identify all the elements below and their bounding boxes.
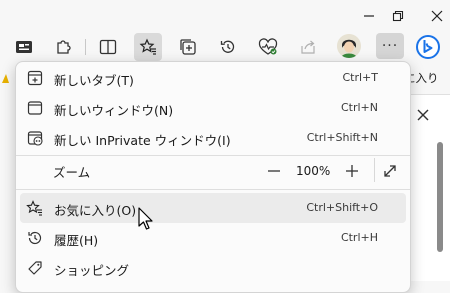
zoom-out-button[interactable] [264,161,284,181]
menu-item-label: 履歴(H) [54,233,99,248]
plus-icon [346,165,358,177]
profile-avatar[interactable] [337,34,361,58]
close-window-button[interactable] [414,2,450,30]
fullscreen-expand-icon [384,165,396,177]
new-window-icon [26,99,44,117]
menu-item-label: ショッピング [54,263,130,278]
menu-divider [16,155,410,156]
collections-button[interactable] [174,33,202,61]
mouse-pointer-icon [138,207,153,230]
favorites-star-icon [26,199,44,217]
share-button[interactable] [294,33,322,61]
restore-icon [392,10,404,22]
menu-item-shortcut: Ctrl+Shift+N [306,131,378,144]
zoom-divider [374,158,375,182]
split-screen-icon [99,39,117,55]
favorites-star-icon [139,38,156,55]
menu-item-new-tab[interactable]: 新しいタブ(T) Ctrl+T [20,63,406,93]
reader-extension-button[interactable] [10,33,38,61]
history-button[interactable] [214,33,242,61]
collections-icon [180,39,196,55]
zoom-label: ズーム [53,165,91,180]
fullscreen-button[interactable] [380,161,400,181]
toolbar-divider [85,39,86,55]
minus-icon [268,170,280,172]
zoom-in-button[interactable] [342,161,362,181]
zoom-level: 100% [296,164,331,178]
menu-item-history[interactable]: 履歴(H) Ctrl+H [20,223,406,253]
new-tab-icon [26,69,44,87]
menu-item-label: お気に入り(O) [54,203,137,218]
minimize-icon [364,15,374,17]
menu-item-shortcut: Ctrl+T [342,71,378,84]
history-icon [220,40,235,53]
close-icon [417,109,429,121]
close-icon [431,10,443,22]
menu-item-shortcut: Ctrl+H [340,231,378,244]
share-icon [301,40,315,54]
scrollbar-thumb[interactable] [437,142,443,252]
more-dots-icon: ··· [381,38,399,54]
inprivate-window-icon [26,129,44,147]
menu-item-shortcut: Ctrl+Shift+O [306,201,378,214]
panel-close-button[interactable] [416,108,432,124]
extensions-button[interactable] [49,33,77,61]
heart-pulse-icon [258,38,278,55]
menu-divider [16,189,410,190]
split-screen-button[interactable] [94,33,122,61]
avatar-image [337,34,361,58]
menu-item-label: 新しいタブ(T) [54,73,134,88]
favorite-site-icon [2,74,9,83]
bing-icon [416,35,440,59]
extension-card-icon [16,41,32,53]
settings-menu: 新しいタブ(T) Ctrl+T 新しいウィンドウ(N) Ctrl+N 新しい I… [15,61,411,293]
menu-item-new-window[interactable]: 新しいウィンドウ(N) Ctrl+N [20,93,406,123]
bing-chat-button[interactable] [416,35,440,59]
menu-item-favorites[interactable]: お気に入り(O) Ctrl+Shift+O [20,193,406,223]
shopping-tag-icon [26,259,44,277]
settings-more-button[interactable]: ··· [376,33,404,59]
menu-item-shopping[interactable]: ショッピング [20,253,406,283]
menu-item-label: 新しい InPrivate ウィンドウ(I) [54,133,231,148]
menu-item-new-inprivate-window[interactable]: 新しい InPrivate ウィンドウ(I) Ctrl+Shift+N [20,123,406,153]
browser-essentials-button[interactable] [254,33,282,61]
menu-item-shortcut: Ctrl+N [340,101,378,114]
history-icon [26,229,44,247]
menu-item-label: 新しいウィンドウ(N) [54,103,174,118]
favorites-button[interactable] [134,33,162,61]
puzzle-icon [57,40,71,54]
